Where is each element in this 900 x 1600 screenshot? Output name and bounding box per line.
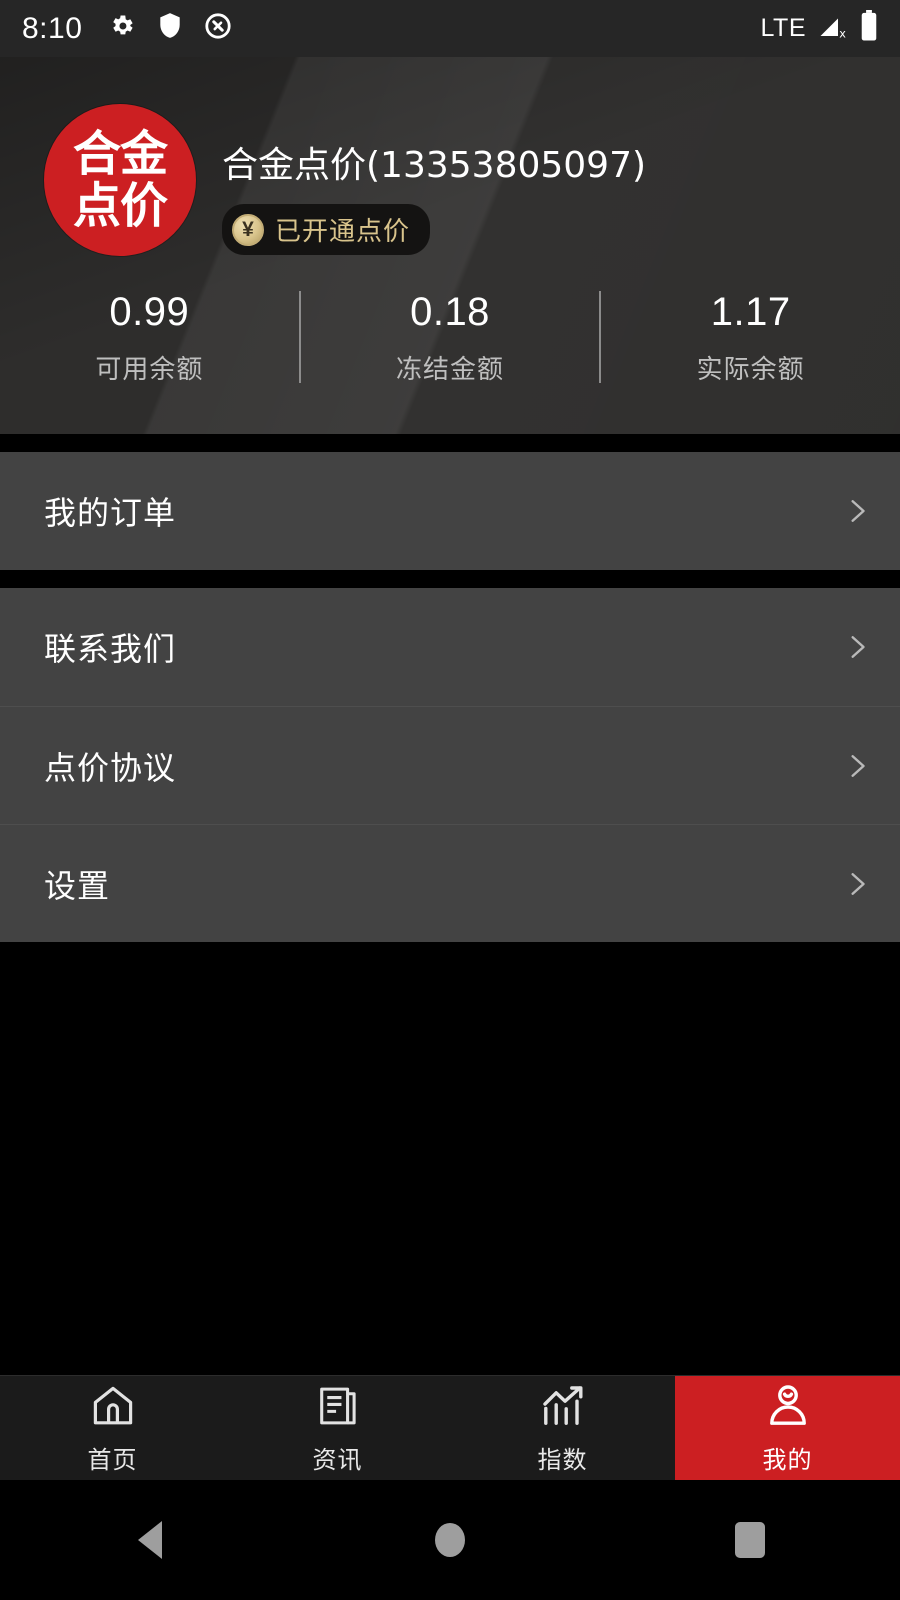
- menu-group-orders: 我的订单: [0, 452, 900, 570]
- status-badge-label: 已开通点价: [275, 216, 411, 246]
- yen-coin-icon: ¥: [232, 213, 264, 246]
- status-bar-system-icons: LTE x: [761, 10, 879, 47]
- chart-trending-icon: [538, 1382, 588, 1435]
- balance-actual-value: 1.17: [710, 290, 791, 334]
- section-gap-2: [0, 570, 900, 588]
- home-icon: [88, 1382, 138, 1435]
- profile-row: 合金 点价 合金点价(13353805097) ¥ 已开通点价: [44, 104, 646, 256]
- tab-profile-label: 我的: [762, 1446, 813, 1474]
- profile-header: 合金 点价 合金点价(13353805097) ¥ 已开通点价 0.99 可用余…: [0, 57, 900, 434]
- menu-group-general: 联系我们 点价协议 设置: [0, 588, 900, 942]
- balance-frozen-value: 0.18: [410, 290, 490, 334]
- chevron-right-icon: [844, 634, 870, 660]
- chevron-right-icon: [844, 871, 870, 897]
- balance-frozen[interactable]: 0.18 冻结金额: [301, 287, 600, 386]
- tab-index-label: 指数: [537, 1446, 588, 1474]
- chevron-right-icon: [844, 753, 870, 779]
- section-gap-1: [0, 434, 900, 452]
- balance-available-value: 0.99: [109, 290, 190, 334]
- shield-icon: [157, 12, 183, 45]
- app-logo: 合金 点价: [44, 104, 196, 256]
- balance-divider-2: [599, 290, 602, 383]
- recents-square-icon[interactable]: [690, 1480, 810, 1600]
- do-not-disturb-icon: [204, 12, 232, 45]
- balance-actual[interactable]: 1.17 实际余额: [601, 287, 900, 386]
- balance-summary: 0.99 可用余额 0.18 冻结金额 1.17 实际余额: [0, 287, 900, 386]
- bottom-tab-bar: 首页 资讯 指数 我的: [0, 1375, 900, 1480]
- menu-item-my-orders[interactable]: 我的订单: [0, 452, 900, 570]
- signal-off-icon: x: [818, 11, 848, 46]
- back-triangle-icon[interactable]: [90, 1480, 210, 1600]
- tab-home-label: 首页: [87, 1446, 138, 1474]
- status-bar: 8:10 LTE x: [0, 0, 900, 57]
- status-bar-notification-icons: [108, 12, 232, 45]
- balance-available-label: 可用余额: [95, 354, 204, 384]
- chevron-right-icon: [844, 498, 870, 524]
- logo-line-1: 合金: [72, 126, 168, 182]
- balance-divider-1: [298, 290, 301, 383]
- balance-actual-label: 实际余额: [696, 354, 805, 384]
- svg-text:x: x: [839, 27, 846, 40]
- tab-profile[interactable]: 我的: [675, 1376, 900, 1480]
- yen-symbol: ¥: [242, 218, 254, 241]
- menu-item-settings-label: 设置: [44, 867, 111, 904]
- menu-item-contact-us-label: 联系我们: [44, 631, 177, 667]
- empty-content-area: [0, 942, 900, 1375]
- menu-item-settings[interactable]: 设置: [0, 824, 900, 942]
- menu-item-pricing-agreement-label: 点价协议: [44, 749, 177, 786]
- gear-icon: [108, 12, 136, 45]
- news-document-icon: [315, 1382, 361, 1435]
- status-badge: ¥ 已开通点价: [222, 204, 431, 255]
- account-name: 合金点价(13353805097): [222, 145, 647, 186]
- app-root: 8:10 LTE x 合金 点价 合金点价(13353805097) ¥ 已开通…: [0, 0, 900, 1600]
- tab-index[interactable]: 指数: [450, 1376, 675, 1480]
- balance-available[interactable]: 0.99 可用余额: [0, 287, 299, 386]
- tab-home[interactable]: 首页: [0, 1376, 225, 1480]
- person-icon: [764, 1382, 812, 1435]
- tab-news-label: 资讯: [312, 1446, 363, 1474]
- network-type-label: LTE: [760, 14, 806, 42]
- balance-frozen-label: 冻结金额: [396, 354, 505, 384]
- menu-item-pricing-agreement[interactable]: 点价协议: [0, 706, 900, 824]
- menu-item-my-orders-label: 我的订单: [44, 495, 177, 531]
- android-navigation-bar: [0, 1480, 900, 1600]
- logo-line-2: 点价: [72, 178, 168, 234]
- profile-info: 合金点价(13353805097) ¥ 已开通点价: [222, 104, 646, 255]
- battery-full-icon: [860, 10, 878, 47]
- home-circle-icon[interactable]: [390, 1480, 510, 1600]
- menu-item-contact-us[interactable]: 联系我们: [0, 588, 900, 706]
- tab-news[interactable]: 资讯: [225, 1376, 450, 1480]
- status-bar-time: 8:10: [22, 11, 83, 45]
